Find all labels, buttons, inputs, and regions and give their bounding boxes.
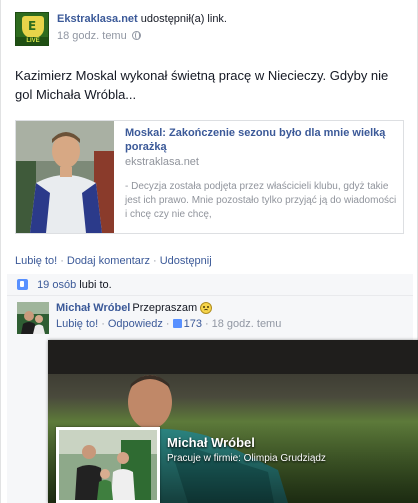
commenter-photo-icon <box>17 302 49 334</box>
separator-dot: · <box>101 318 105 330</box>
commenter-avatar[interactable] <box>17 302 49 334</box>
separator-dot: · <box>153 255 157 267</box>
page-avatar[interactable]: E LIVE <box>15 12 49 46</box>
story-timestamp[interactable]: 18 godz. temu <box>57 30 127 42</box>
hovercard-profile-picture[interactable] <box>56 427 160 503</box>
globe-icon[interactable] <box>131 31 141 40</box>
thumbs-up-icon <box>172 319 182 328</box>
separator-dot: · <box>204 318 209 330</box>
likes-row: 19 osób lubi to. <box>7 274 413 296</box>
likes-count-link[interactable]: 19 osób <box>37 279 76 291</box>
story-title: Ekstraklasa.net udostępnił(a) link. <box>57 13 227 25</box>
separator-dot: · <box>165 318 170 330</box>
comment-link[interactable]: Dodaj komentarz <box>67 255 150 267</box>
page-name-link[interactable]: Ekstraklasa.net <box>57 13 138 25</box>
profile-hovercard[interactable]: Michał Wróbel Pracuje w firmie: Olimpia … <box>48 340 418 503</box>
attachment-description: - Decyzja została podjęta przez właścici… <box>125 181 397 220</box>
hovercard-name[interactable]: Michał Wróbel <box>167 435 255 450</box>
hovercard-work: Pracuje w firmie: Olimpia Grudziądz <box>167 453 326 464</box>
comment-like-link[interactable]: Lubię to! <box>56 318 98 330</box>
attachment-thumbnail[interactable] <box>16 121 114 233</box>
coach-photo-icon <box>16 121 114 233</box>
comment-author-link[interactable]: Michał Wróbel <box>56 302 130 314</box>
comment-reply-link[interactable]: Odpowiedz <box>108 318 163 330</box>
feed-story: E LIVE Ekstraklasa.net udostępnił(a) lin… <box>0 0 418 503</box>
comment-timestamp[interactable]: 18 godz. temu <box>212 318 282 330</box>
attachment-source: ekstraklasa.net <box>125 156 199 168</box>
logo-letter: E <box>28 19 37 33</box>
logo-band: LIVE <box>16 37 48 45</box>
comment-text: Przepraszam <box>132 302 198 314</box>
comment-like-count[interactable]: 173 <box>184 318 202 330</box>
comment-meta: Lubię to! · Odpowiedz · 173 · 18 godz. temu <box>56 318 281 330</box>
comment-body: Michał Wróbel Przepraszam <box>56 302 213 314</box>
story-action: udostępnił(a) link. <box>140 13 227 25</box>
share-link[interactable]: Udostępnij <box>160 255 212 267</box>
thumbs-up-icon <box>17 279 28 290</box>
like-link[interactable]: Lubię to! <box>15 255 57 267</box>
likes-label: lubi to. <box>79 279 112 291</box>
attachment-text: Moskal: Zakończenie sezonu było dla mnie… <box>125 126 397 222</box>
comment: Michał Wróbel Przepraszam Lubię to! · Odpow… <box>7 297 413 337</box>
story-meta: 18 godz. temu <box>57 30 141 42</box>
frown-smiley-icon <box>200 302 213 314</box>
attachment-title[interactable]: Moskal: Zakończenie sezonu było dla mnie… <box>125 126 397 154</box>
story-message: Kazimierz Moskal wykonał świetną pracę w… <box>15 68 389 102</box>
link-attachment[interactable]: Moskal: Zakończenie sezonu było dla mnie… <box>15 120 404 234</box>
family-photo-icon <box>59 430 157 500</box>
story-actions: Lubię to! · Dodaj komentarz · Udostępnij <box>15 255 212 267</box>
separator-dot: · <box>60 255 64 267</box>
